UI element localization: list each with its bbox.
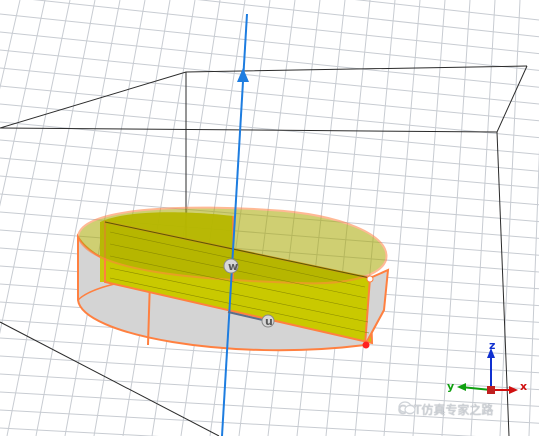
z-label: z [489,339,495,352]
picked-point[interactable] [362,341,370,349]
vertex-point[interactable] [366,275,374,283]
wechat-icon [398,401,416,415]
watermark: CST仿真专家之路 [398,401,493,418]
y-label: y [447,380,454,393]
u-label: u [265,315,273,328]
orientation-triad: z y x [447,339,527,394]
x-label: x [520,380,527,393]
3d-viewport[interactable]: w u z y x CST仿真专家之路 [0,0,539,436]
scene: w u z y x [0,0,539,436]
w-label: w [228,260,238,273]
x-arrow-icon [509,386,518,394]
